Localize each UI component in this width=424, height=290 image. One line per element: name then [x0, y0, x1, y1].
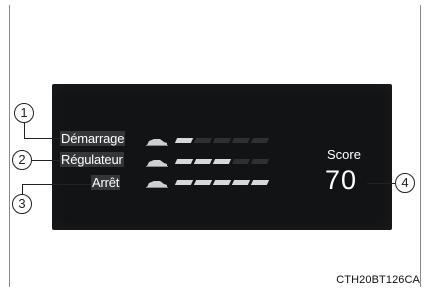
- score-label: Score: [327, 147, 361, 162]
- leader-line: [367, 183, 395, 184]
- segment: [193, 180, 213, 185]
- callout-1: 1: [14, 103, 34, 123]
- leader-line: [22, 184, 91, 185]
- segment: [212, 138, 232, 143]
- callout-4: 4: [395, 173, 415, 193]
- row-bars-cruise: [174, 159, 286, 167]
- segment: [231, 138, 251, 143]
- row-label-stop: Arrêt: [91, 175, 121, 190]
- segment: [212, 180, 232, 185]
- car-cruise-icon: [146, 160, 168, 167]
- row-bars-stop: [174, 180, 286, 188]
- score-value: 70: [325, 165, 358, 195]
- leader-line: [24, 138, 60, 139]
- segment: [250, 180, 270, 185]
- segment: [250, 159, 270, 164]
- segment: [231, 159, 251, 164]
- segment: [212, 159, 232, 164]
- callout-3: 3: [12, 194, 32, 214]
- leader-line: [22, 184, 23, 194]
- figure-caption: CTH20BT126CA: [336, 274, 420, 286]
- car-stop-icon: [146, 181, 168, 188]
- segment: [231, 180, 251, 185]
- callout-2: 2: [12, 150, 32, 170]
- leader-line: [32, 160, 60, 161]
- row-label-cruise: Régulateur: [60, 152, 124, 167]
- segment: [174, 138, 194, 143]
- leader-line: [24, 123, 25, 138]
- row-bars-start: [174, 138, 286, 146]
- segment: [174, 180, 194, 185]
- segment: [193, 138, 213, 143]
- segment: [174, 159, 194, 164]
- segment: [193, 159, 213, 164]
- segment: [250, 138, 270, 143]
- row-label-start: Démarrage: [60, 131, 126, 146]
- car-start-icon: [146, 139, 168, 146]
